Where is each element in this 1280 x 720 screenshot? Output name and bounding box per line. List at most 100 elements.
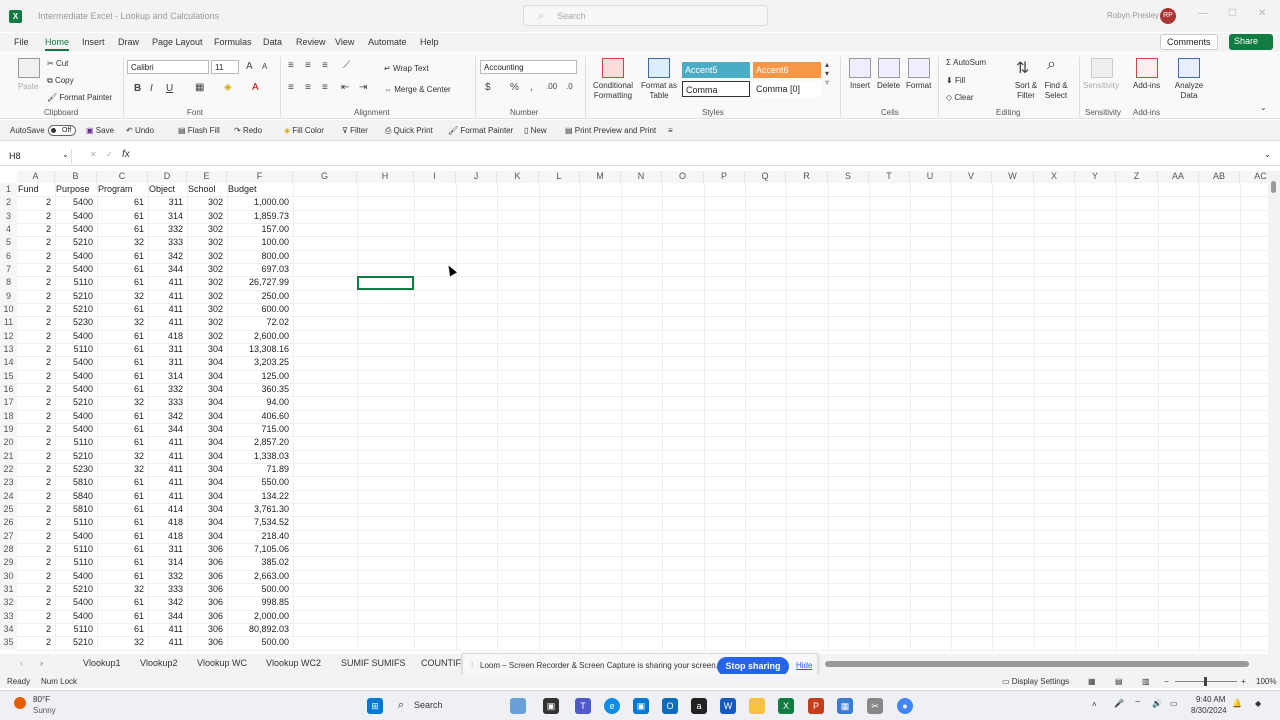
add-ins-button[interactable]: Add-ins	[1133, 81, 1160, 90]
table-cell[interactable]: 61	[97, 530, 144, 543]
autosum-button[interactable]: Σ AutoSum	[946, 58, 986, 67]
underline-icon[interactable]: U	[166, 83, 173, 94]
table-cell[interactable]: 61	[97, 556, 144, 569]
table-cell[interactable]: 61	[97, 250, 144, 263]
weather-desc[interactable]: Sunny	[33, 706, 56, 715]
comma-style-icon[interactable]: ,	[530, 82, 533, 93]
table-cell[interactable]: 314	[148, 210, 183, 223]
tab-home[interactable]: Home	[45, 37, 70, 51]
table-cell[interactable]: 5210	[55, 396, 93, 409]
print-preview-button[interactable]: ▤ Print Preview and Print	[565, 126, 656, 135]
name-box-dropdown-icon[interactable]: ⌄	[62, 150, 69, 159]
store-icon[interactable]: ▣	[633, 698, 649, 714]
paste-icon[interactable]	[18, 58, 40, 78]
table-cell[interactable]: 5110	[55, 436, 93, 449]
column-header[interactable]: B	[55, 171, 97, 183]
table-cell[interactable]: 61	[97, 596, 144, 609]
table-cell[interactable]: 332	[148, 223, 183, 236]
tab-review[interactable]: Review	[296, 37, 326, 47]
style-accent6[interactable]: Accent6	[753, 62, 821, 78]
word-icon[interactable]: W	[720, 698, 736, 714]
format-as-table-button[interactable]: Format as Table	[640, 81, 678, 101]
row-header[interactable]: 5	[0, 236, 17, 250]
flash-fill-button[interactable]: ▤ Flash Fill	[178, 126, 220, 135]
snipping-tool-icon[interactable]: ✂	[867, 698, 883, 714]
table-cell[interactable]: 2	[17, 290, 51, 303]
table-cell[interactable]: 2	[17, 516, 51, 529]
table-cell[interactable]: 61	[97, 543, 144, 556]
autosave-toggle[interactable]: Off	[48, 125, 76, 136]
table-cell[interactable]: 304	[187, 490, 223, 503]
table-cell[interactable]: 360.35	[227, 383, 289, 396]
format-cells-button[interactable]: Format	[906, 81, 931, 90]
table-cell[interactable]: 411	[148, 476, 183, 489]
column-header[interactable]: X	[1034, 171, 1075, 183]
table-cell[interactable]: 61	[97, 490, 144, 503]
table-cell[interactable]: 5400	[55, 223, 93, 236]
teams-icon[interactable]: T	[575, 698, 591, 714]
battery-icon[interactable]: ▭	[1170, 699, 1178, 708]
start-icon[interactable]: ⊞	[367, 698, 383, 714]
clock-date[interactable]: 8/30/2024	[1191, 706, 1227, 715]
table-cell[interactable]: 2,663.00	[227, 570, 289, 583]
table-cell[interactable]: 411	[148, 623, 183, 636]
table-cell[interactable]: 72.02	[227, 316, 289, 329]
table-cell[interactable]: 302	[187, 316, 223, 329]
column-header[interactable]: K	[497, 171, 539, 183]
find-select-icon[interactable]: ⌕	[1047, 56, 1056, 74]
fill-color-icon[interactable]: ◈	[224, 82, 232, 93]
table-cell[interactable]: 32	[97, 636, 144, 649]
table-cell[interactable]: 2	[17, 276, 51, 289]
table-cell[interactable]: 5230	[55, 463, 93, 476]
table-cell[interactable]: 5400	[55, 530, 93, 543]
table-cell[interactable]: 385.02	[227, 556, 289, 569]
cancel-formula-icon[interactable]: ✕	[90, 150, 97, 159]
table-cell[interactable]: 344	[148, 610, 183, 623]
table-cell[interactable]: 5400	[55, 330, 93, 343]
insert-cells-button[interactable]: Insert	[850, 81, 870, 90]
table-cell[interactable]: 5210	[55, 636, 93, 649]
sensitivity-icon[interactable]	[1091, 58, 1113, 78]
conditional-formatting-icon[interactable]	[602, 58, 624, 78]
vertical-scrollbar[interactable]	[1268, 171, 1280, 654]
column-header[interactable]: E	[187, 171, 227, 183]
table-cell[interactable]: 5400	[55, 250, 93, 263]
table-cell[interactable]: 5110	[55, 343, 93, 356]
decrease-font-icon[interactable]: A	[262, 62, 267, 71]
table-cell[interactable]: 800.00	[227, 250, 289, 263]
table-cell[interactable]: 411	[148, 290, 183, 303]
taskbar-search-icon[interactable]: ⌕	[398, 699, 404, 712]
column-header[interactable]: M	[580, 171, 621, 183]
column-header[interactable]: Q	[745, 171, 786, 183]
orientation-icon[interactable]: ⟋	[343, 60, 350, 71]
column-header[interactable]: H	[357, 171, 414, 183]
table-cell[interactable]: 5110	[55, 543, 93, 556]
clear-button[interactable]: ◇ Clear	[946, 93, 974, 102]
table-cell[interactable]: 5210	[55, 450, 93, 463]
table-cell[interactable]: 304	[187, 423, 223, 436]
delete-cells-icon[interactable]	[878, 58, 900, 78]
sheet-tab[interactable]: Vlookup WC	[197, 658, 247, 668]
zoom-in-icon[interactable]: +	[1241, 677, 1246, 686]
table-cell[interactable]: 5810	[55, 503, 93, 516]
table-cell[interactable]: 61	[97, 423, 144, 436]
table-cell[interactable]: 2	[17, 263, 51, 276]
table-cell[interactable]: 311	[148, 543, 183, 556]
row-header[interactable]: 4	[0, 222, 17, 237]
table-cell[interactable]: 32	[97, 316, 144, 329]
edge-icon[interactable]: e	[604, 698, 620, 714]
weather-temp[interactable]: 80°F	[33, 695, 50, 704]
horizontal-scrollbar[interactable]	[825, 661, 1249, 667]
header-cell[interactable]: Budget	[228, 183, 257, 196]
tab-view[interactable]: View	[335, 37, 354, 47]
table-cell[interactable]: 5230	[55, 316, 93, 329]
column-header[interactable]: Y	[1075, 171, 1116, 183]
row-header[interactable]: 18	[0, 409, 17, 423]
table-cell[interactable]: 61	[97, 410, 144, 423]
scroll-thumb[interactable]	[1271, 181, 1276, 193]
microphone-icon[interactable]: 🎤	[1114, 699, 1124, 708]
outlook-icon[interactable]: O	[662, 698, 678, 714]
table-cell[interactable]: 61	[97, 370, 144, 383]
sheet-tab[interactable]: Vlookup WC2	[266, 658, 321, 668]
qat-format-painter-button[interactable]: 🖌 Format Painter	[448, 126, 513, 135]
